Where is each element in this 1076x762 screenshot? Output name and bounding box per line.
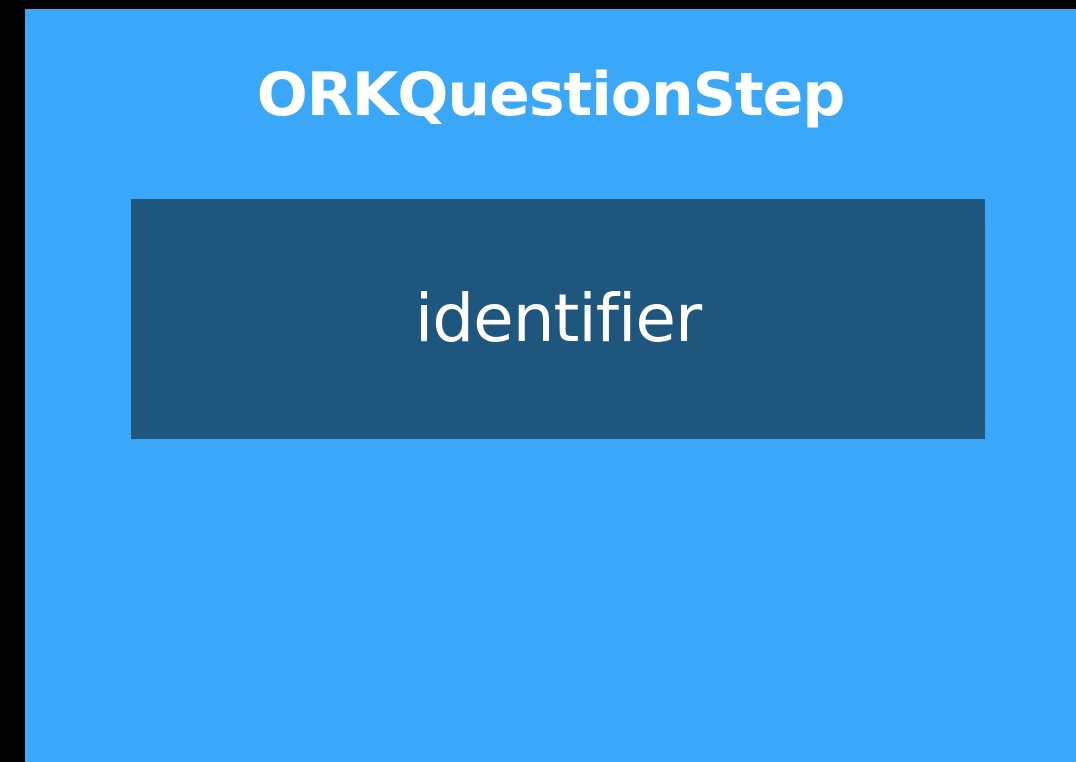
identifier-property-label: identifier — [414, 280, 702, 357]
slide-canvas: ORKQuestionStep identifier — [0, 0, 1076, 762]
step-class-title: ORKQuestionStep — [256, 60, 846, 130]
identifier-property-box: identifier — [131, 199, 985, 439]
question-step-panel: ORKQuestionStep identifier — [25, 9, 1076, 762]
